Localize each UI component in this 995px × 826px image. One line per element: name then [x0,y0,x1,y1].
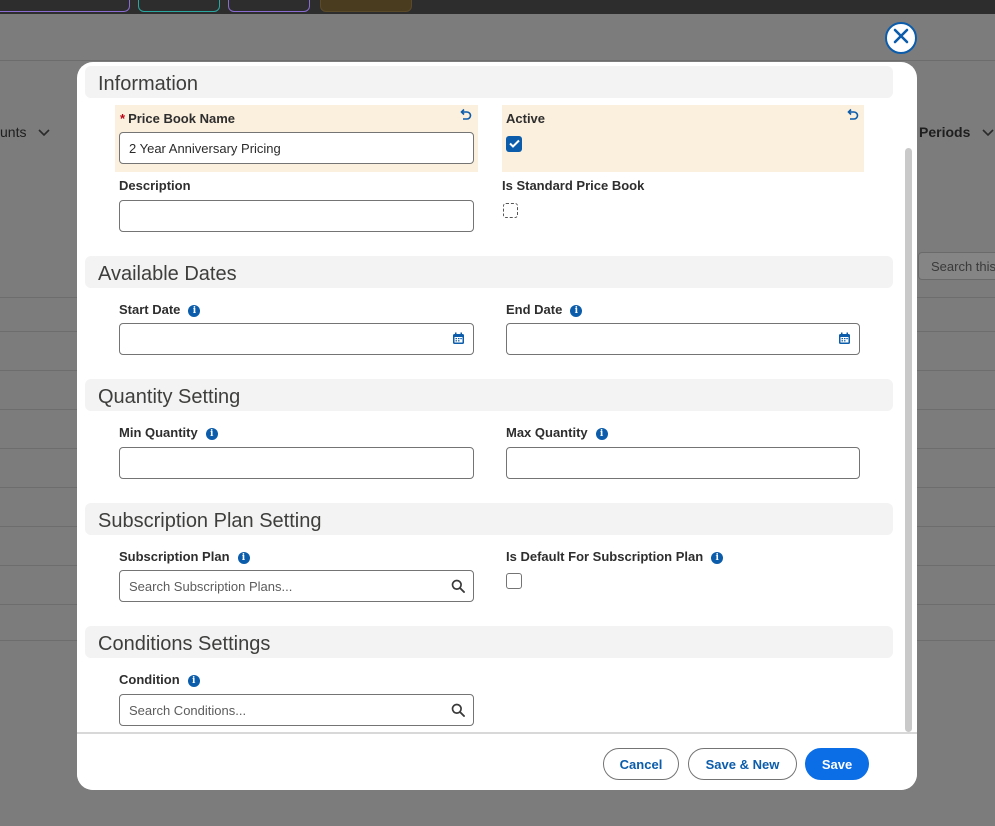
condition-label-text: Condition [119,672,180,687]
search-icon [451,703,465,720]
app-top-bar [0,0,995,14]
chevron-down-icon [974,124,994,140]
is-default-label-text: Is Default For Subscription Plan [506,549,704,564]
start-date-label-text: Start Date [119,302,181,317]
info-icon[interactable]: i [187,675,200,687]
end-date-input[interactable] [506,323,860,355]
close-modal-button[interactable] [885,22,917,54]
info-icon[interactable]: i [237,552,250,564]
modal-scrollbar-thumb[interactable] [905,148,912,732]
price-book-name-input[interactable]: 2 Year Anniversary Pricing [119,132,474,164]
search-icon [451,579,465,596]
background-nav-label: unts [0,124,27,140]
max-quantity-label: Max Quantity i [506,425,608,440]
background-nav-item[interactable]: unts [0,124,50,140]
top-tab-pill[interactable] [320,0,412,12]
background-search-input[interactable]: Search this [918,252,995,280]
save-button[interactable]: Save [805,748,869,780]
subscription-plan-search-input[interactable]: Search Subscription Plans... [119,570,474,602]
subscription-plan-placeholder: Search Subscription Plans... [129,579,293,594]
chevron-down-icon [30,124,50,140]
info-icon[interactable]: i [188,305,201,317]
condition-label: Condition i [119,672,200,687]
is-default-for-subscription-plan-label: Is Default For Subscription Plan i [506,549,724,564]
max-quantity-input[interactable] [506,447,860,479]
background-divider [0,60,995,61]
undo-icon[interactable] [845,108,859,127]
start-date-label: Start Date i [119,302,201,317]
description-input[interactable] [119,200,474,232]
modal-body: Information * Price Book Name 2 Year Anni… [77,62,917,732]
info-icon[interactable]: i [570,305,583,317]
modal-footer: Cancel Save & New Save [77,732,917,790]
calendar-icon[interactable] [838,332,851,348]
section-header-available-dates[interactable]: Available Dates [85,256,893,288]
active-checkbox[interactable] [506,136,522,152]
is-default-for-subscription-plan-checkbox[interactable] [506,573,522,589]
section-header-subscription-plan-setting[interactable]: Subscription Plan Setting [85,503,893,535]
info-icon[interactable]: i [205,428,218,440]
end-date-label: End Date i [506,302,583,317]
min-quantity-label-text: Min Quantity [119,425,198,440]
is-standard-price-book-label: Is Standard Price Book [502,178,645,193]
calendar-icon[interactable] [452,332,465,348]
top-tab-pill[interactable] [228,0,310,12]
section-header-conditions-settings[interactable]: Conditions Settings [85,626,893,658]
background-nav-label: Periods [919,124,971,140]
condition-search-input[interactable]: Search Conditions... [119,694,474,726]
cancel-button[interactable]: Cancel [603,748,679,780]
top-tab-pill[interactable] [138,0,220,12]
min-quantity-input[interactable] [119,447,474,479]
subscription-plan-label-text: Subscription Plan [119,549,230,564]
close-icon [893,28,909,49]
subscription-plan-label: Subscription Plan i [119,549,250,564]
undo-icon[interactable] [458,108,472,127]
max-quantity-label-text: Max Quantity [506,425,588,440]
active-label: Active [506,111,546,126]
min-quantity-label: Min Quantity i [119,425,218,440]
price-book-name-label: * Price Book Name [120,111,235,126]
section-header-information[interactable]: Information [85,66,893,98]
is-standard-price-book-checkbox[interactable] [503,203,518,218]
checkmark-icon [508,135,520,153]
description-label: Description [119,178,191,193]
info-icon[interactable]: i [595,428,608,440]
top-tab-pill[interactable] [0,0,130,12]
price-book-name-label-text: Price Book Name [128,111,235,126]
background-nav-item[interactable]: Periods [919,124,994,140]
section-header-quantity-setting[interactable]: Quantity Setting [85,379,893,411]
required-marker: * [120,111,126,126]
edit-price-book-modal: Information * Price Book Name 2 Year Anni… [77,62,917,790]
info-icon[interactable]: i [711,552,724,564]
end-date-label-text: End Date [506,302,563,317]
condition-placeholder: Search Conditions... [129,703,247,718]
save-and-new-button[interactable]: Save & New [688,748,797,780]
start-date-input[interactable] [119,323,474,355]
edited-field-highlight [502,105,864,172]
